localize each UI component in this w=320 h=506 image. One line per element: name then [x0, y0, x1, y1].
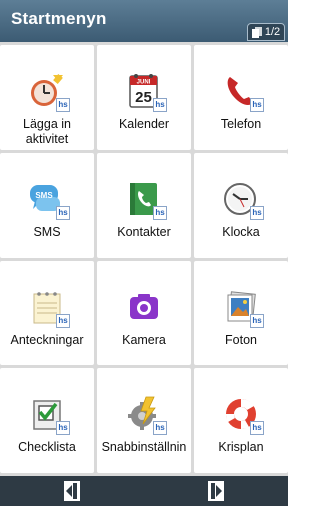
handi-badge: hs [56, 313, 70, 328]
tile-anteckningar[interactable]: hs Anteckningar [0, 260, 94, 366]
app-grid: hs Lägga in aktivitet JUNI 25 hs Kalende… [0, 42, 288, 476]
phone-handset-icon: hs [221, 71, 264, 112]
tile-kalender[interactable]: JUNI 25 hs Kalender [97, 45, 191, 150]
notepad-icon: hs [27, 287, 70, 328]
page-indicator[interactable]: 1/2 [247, 23, 285, 41]
previous-page-button[interactable] [0, 476, 144, 506]
photos-icon: hs [221, 287, 264, 328]
lifebuoy-icon: hs [221, 394, 264, 436]
camera-icon [124, 287, 164, 327]
pages-icon [251, 26, 262, 38]
page-title: Startmenyn [11, 9, 107, 28]
clock-icon: hs [221, 179, 264, 220]
handi-badge: hs [153, 421, 167, 436]
footer-nav-bar [0, 476, 288, 506]
handi-badge: hs [250, 313, 264, 328]
tile-label: Checklista [18, 440, 76, 455]
tile-sms[interactable]: SMS hs SMS [0, 152, 94, 258]
handi-badge: hs [56, 98, 70, 112]
tile-foton[interactable]: hs Foton [194, 260, 288, 366]
alarm-clock-icon: hs [27, 71, 70, 112]
page-indicator-label: 1/2 [264, 26, 281, 38]
sms-bubble-icon: SMS hs [27, 179, 70, 220]
handi-badge: hs [250, 205, 264, 220]
handi-badge: hs [153, 98, 167, 112]
tile-label: Snabbinställnin [101, 440, 187, 455]
tile-checklista[interactable]: hs Checklista [0, 368, 94, 473]
contact-book-icon: hs [124, 179, 167, 220]
calendar-day-text: 25 [135, 89, 152, 106]
tile-label: Kamera [122, 332, 166, 347]
tile-label: Klocka [222, 224, 260, 239]
tile-label: Kalender [118, 117, 170, 131]
checklist-icon: hs [27, 394, 70, 436]
tile-label: Foton [225, 332, 257, 347]
tile-label: Lägga in aktivitet [23, 117, 71, 146]
handi-badge: hs [250, 421, 264, 436]
tile-label: Anteckningar [10, 332, 84, 347]
tile-snabbinstallningar[interactable]: hs Snabbinställnin [97, 368, 191, 473]
tile-kamera[interactable]: Kamera [97, 260, 191, 366]
handi-badge: hs [56, 205, 70, 220]
tile-label: SMS [33, 224, 61, 239]
quick-settings-icon: hs [124, 394, 167, 436]
tile-label: Krisplan [218, 440, 264, 455]
next-page-icon [208, 481, 224, 501]
header-bar: Startmenyn 1/2 [0, 0, 288, 42]
tile-lagga-in-aktivitet[interactable]: hs Lägga in aktivitet [0, 45, 94, 150]
start-menu-screen: Startmenyn 1/2 hs Lägga in aktivitet JUN… [0, 0, 288, 506]
next-page-button[interactable] [144, 476, 288, 506]
tile-klocka[interactable]: hs Klocka [194, 152, 288, 258]
handi-badge: hs [153, 205, 167, 220]
tile-label: Telefon [220, 117, 262, 131]
handi-badge: hs [56, 421, 70, 436]
previous-page-icon [64, 481, 80, 501]
handi-badge: hs [250, 98, 264, 112]
calendar-icon: JUNI 25 hs [124, 71, 167, 112]
tile-kontakter[interactable]: hs Kontakter [97, 152, 191, 258]
tile-krisplan[interactable]: hs Krisplan [194, 368, 288, 473]
sms-icon-text: SMS [35, 191, 53, 200]
tile-label: Kontakter [117, 224, 171, 239]
calendar-month-text: JUNI [137, 80, 151, 86]
tile-telefon[interactable]: hs Telefon [194, 45, 288, 150]
